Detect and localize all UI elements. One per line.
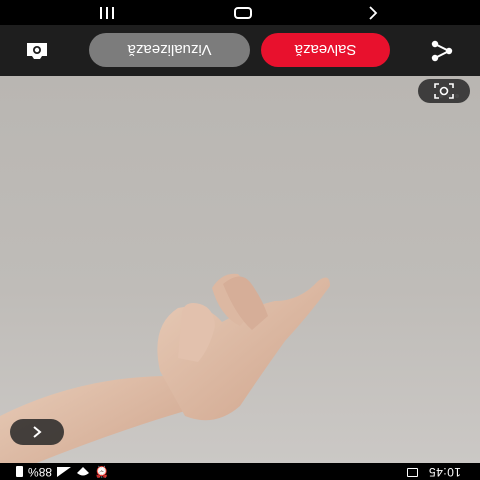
nav-recents-icon[interactable] xyxy=(100,7,114,19)
wifi-icon xyxy=(77,467,90,476)
save-button-label: Salvează xyxy=(294,41,357,59)
alarm-icon: ⏰ xyxy=(95,465,109,478)
status-right-group: ⏰ 88% xyxy=(16,465,109,479)
screen: 10:45 ⏰ 88% Salvează Vizualizează xyxy=(0,0,480,480)
photo-viewer[interactable] xyxy=(0,76,480,463)
back-icon xyxy=(33,426,42,438)
status-bar: 10:45 ⏰ 88% xyxy=(0,463,480,480)
google-lens-button[interactable] xyxy=(418,79,470,103)
google-lens-icon xyxy=(434,83,454,99)
view-button[interactable]: Vizualizează xyxy=(89,33,250,67)
navigation-bar xyxy=(0,0,480,25)
hand-photo xyxy=(0,273,330,463)
save-button[interactable]: Salvează xyxy=(261,33,390,67)
battery-icon xyxy=(16,466,23,478)
action-bar: Salvează Vizualizează xyxy=(0,25,480,76)
signal-icon xyxy=(57,467,72,477)
status-time: 10:45 xyxy=(428,465,461,479)
camera-icon[interactable] xyxy=(24,40,50,62)
battery-percent: 88% xyxy=(28,465,53,479)
gallery-icon xyxy=(407,468,418,477)
share-icon[interactable] xyxy=(430,40,454,62)
nav-back-icon[interactable] xyxy=(366,6,380,20)
back-button[interactable] xyxy=(10,419,64,445)
nav-home-icon[interactable] xyxy=(234,7,252,19)
view-button-label: Vizualizează xyxy=(127,41,212,59)
